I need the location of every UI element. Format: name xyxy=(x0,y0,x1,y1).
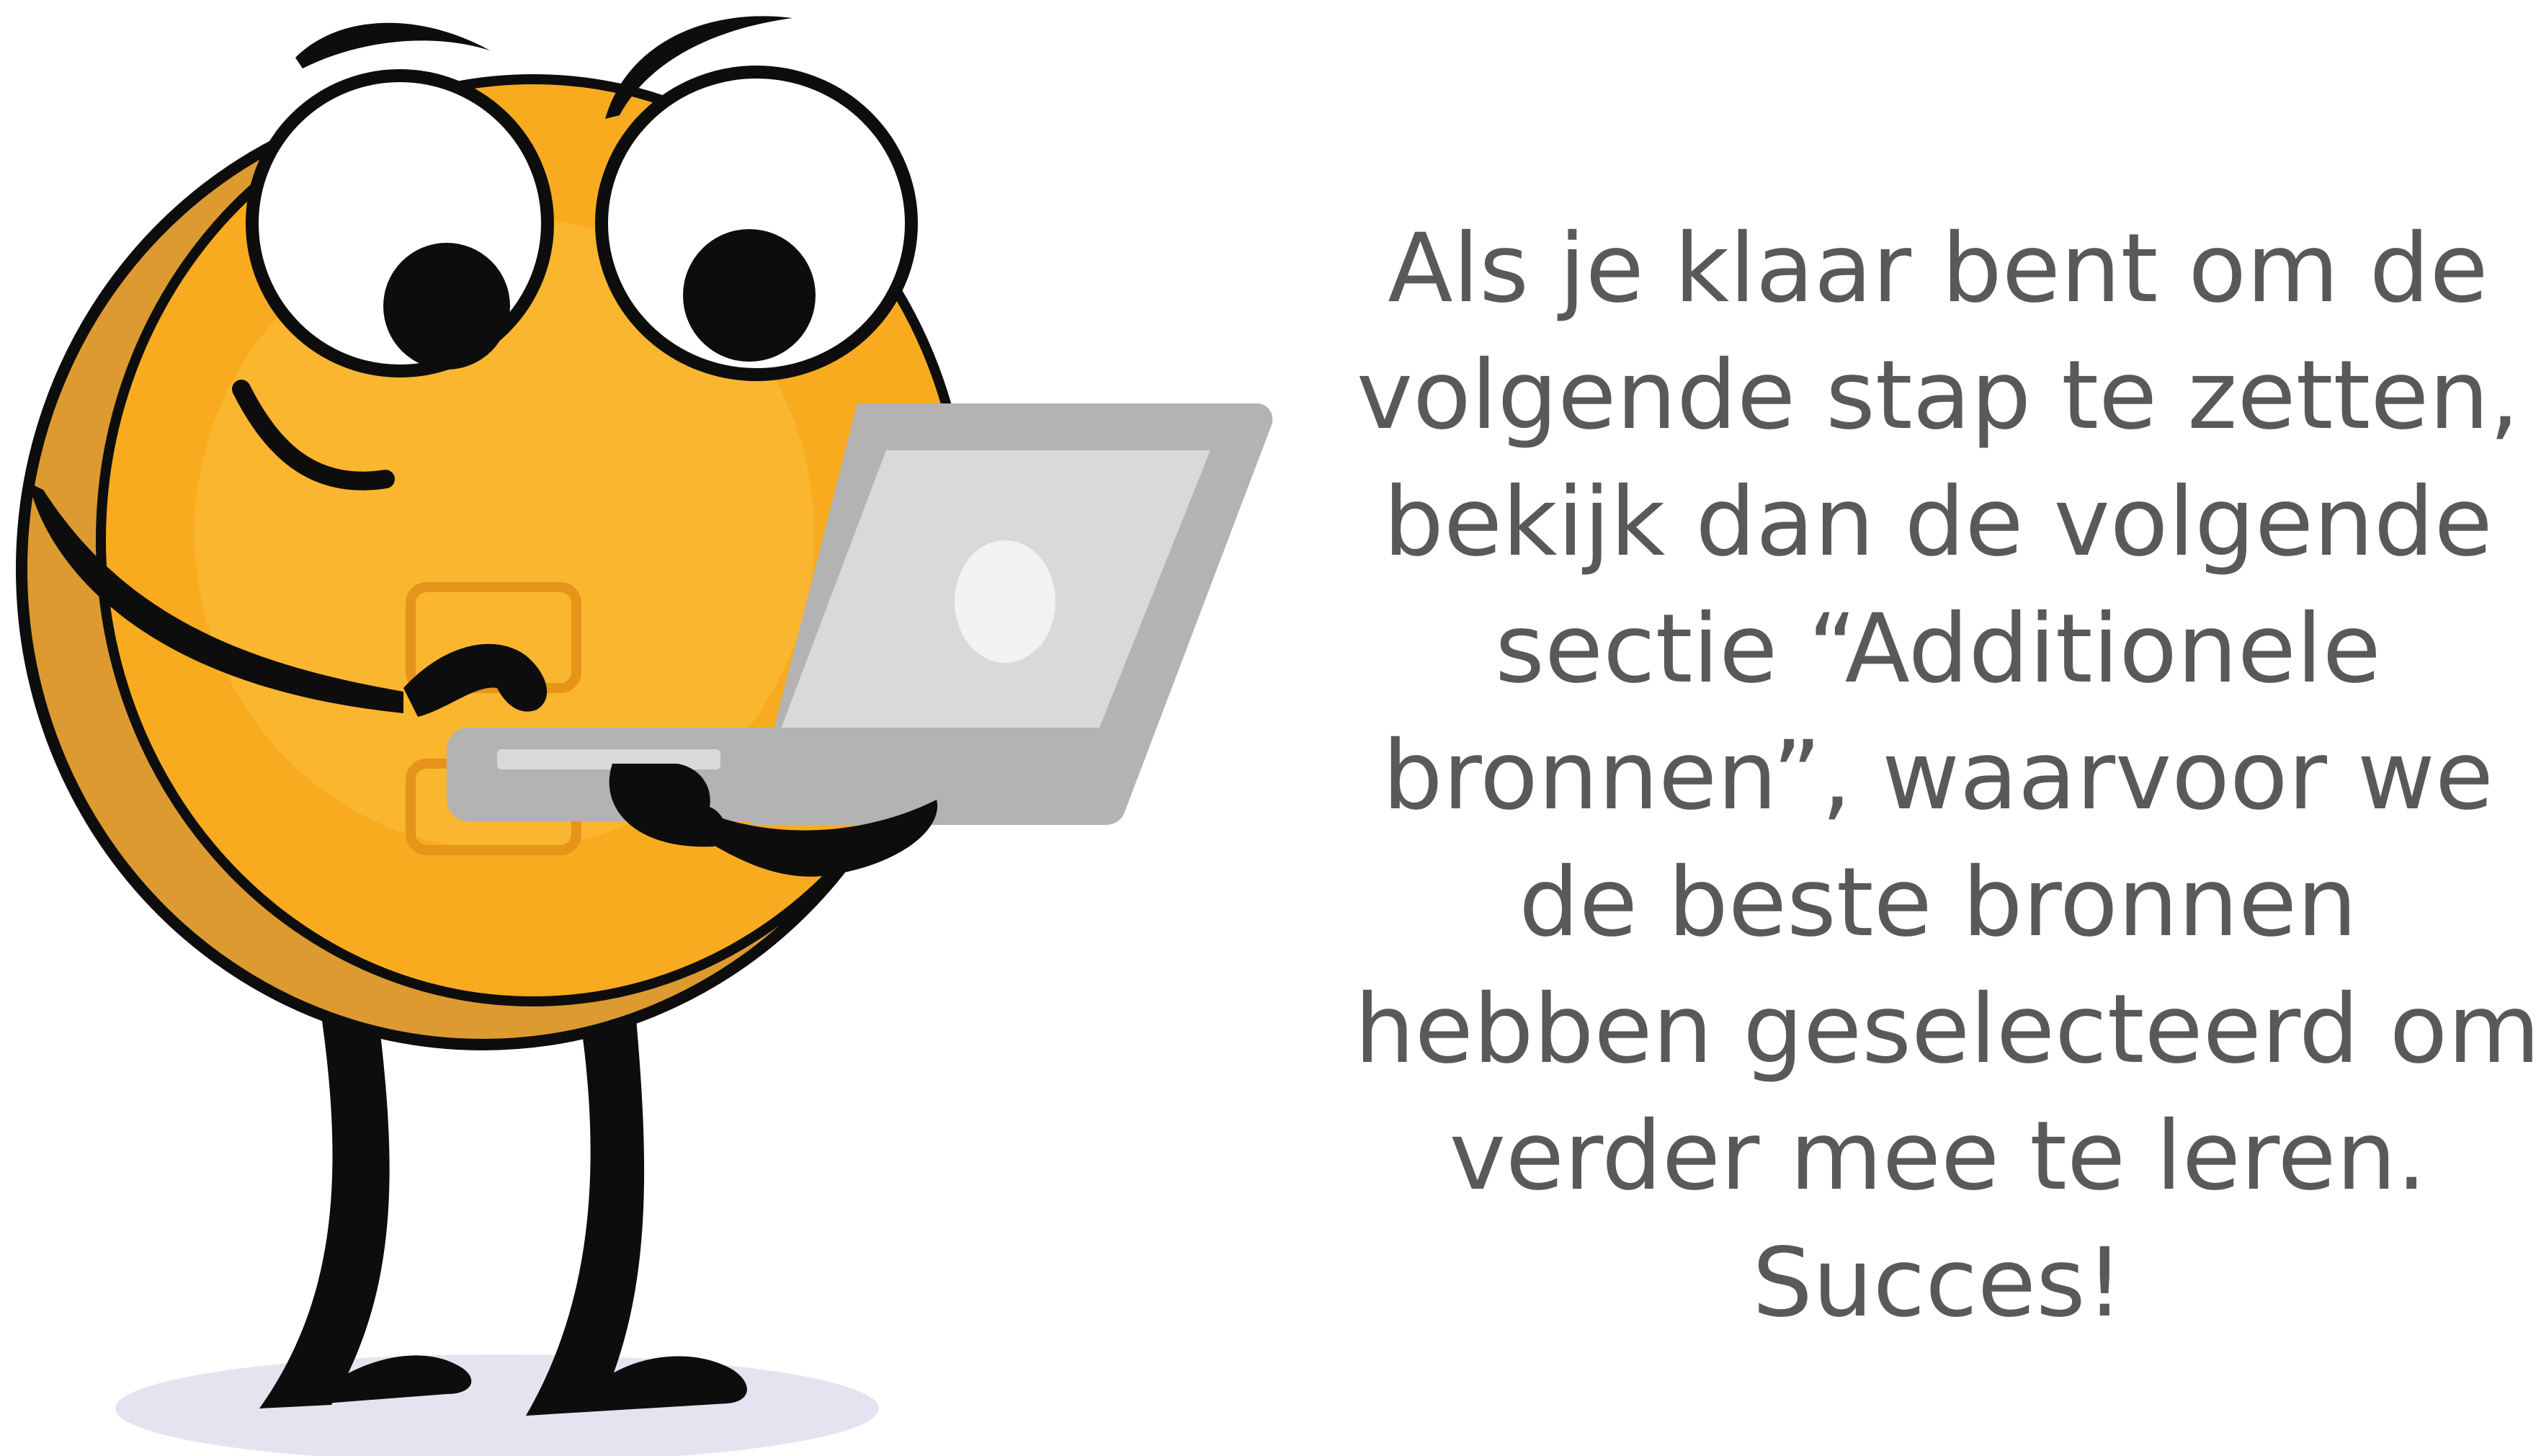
laptop-base xyxy=(447,728,1124,821)
message-line: volgende stap te zetten, xyxy=(1356,340,2520,451)
message-line: Als je klaar bent om de xyxy=(1388,213,2488,324)
laptop-logo xyxy=(955,540,1055,663)
message-line: Succes! xyxy=(1752,1228,2124,1339)
message-line: hebben geselecteerd om xyxy=(1354,974,2540,1085)
legs xyxy=(259,987,747,1416)
message-line: de beste bronnen xyxy=(1519,847,2357,958)
message-line: bekijk dan de volgende xyxy=(1383,467,2493,578)
cartoon-character-illustration xyxy=(16,16,1273,1456)
laptop-keyboard xyxy=(497,749,720,769)
message-line: sectie “Additionele xyxy=(1495,594,2381,705)
message-line: verder mee te leren. xyxy=(1449,1101,2427,1212)
floor-shadow xyxy=(115,1354,879,1456)
instruction-message: Als je klaar bent om de volgende stap te… xyxy=(1354,205,2540,1346)
message-line: bronnen”, waarvoor we xyxy=(1382,720,2494,831)
right-pupil xyxy=(683,229,816,362)
left-pupil xyxy=(383,243,510,370)
